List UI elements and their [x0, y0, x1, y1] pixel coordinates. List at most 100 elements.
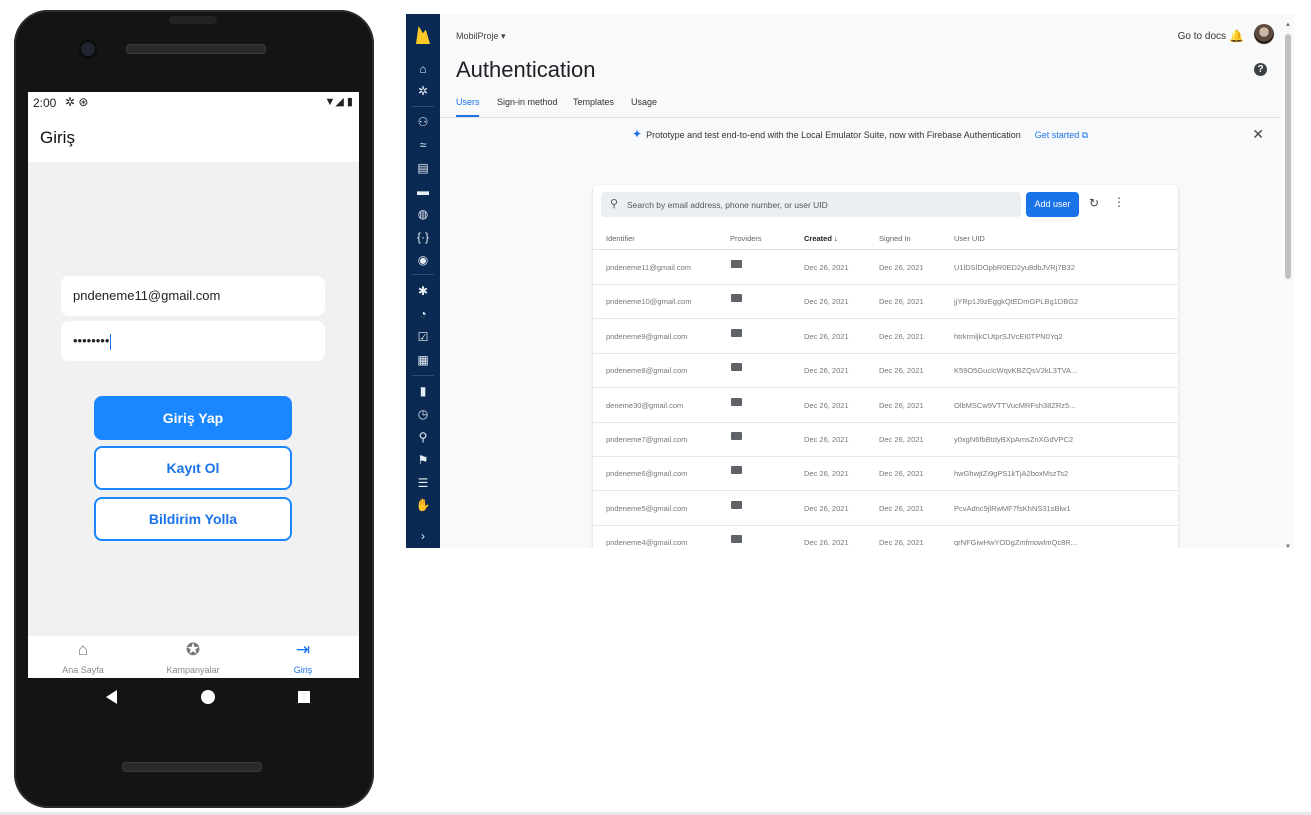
nav-item-login[interactable]: ⇥ Giriş: [248, 636, 358, 678]
cell-signed-in: Dec 26, 2021: [879, 435, 924, 444]
table-row[interactable]: pndeneme11@gmail.com Dec 26, 2021 Dec 26, …: [593, 250, 1178, 285]
email-provider-icon: [731, 500, 742, 509]
performance-icon[interactable]: ◔: [406, 307, 440, 321]
back-icon[interactable]: [106, 690, 117, 704]
hosting-icon[interactable]: ≈: [406, 138, 440, 152]
project-selector[interactable]: MobilProje ▾: [456, 31, 506, 42]
help-icon[interactable]: ?: [1254, 63, 1267, 76]
cell-signed-in: Dec 26, 2021: [879, 366, 924, 376]
page-title: Authentication: [456, 57, 596, 82]
test-lab-icon[interactable]: ☑: [406, 330, 440, 344]
analytics-icon[interactable]: ▮: [406, 384, 440, 398]
table-row[interactable]: pndeneme10@gmail.com Dec 26, 2021 Dec 26, …: [593, 284, 1178, 320]
table-row[interactable]: pndeneme9@gmail.com Dec 26, 2021 Dec 26, 2…: [593, 319, 1178, 354]
send-notification-button[interactable]: Bildirim Yolla: [94, 497, 292, 541]
tab-usage[interactable]: Usage: [631, 97, 657, 107]
settings-icon[interactable]: ✲: [406, 84, 440, 98]
nav-item-campaigns[interactable]: ✪ Kampanyalar: [138, 636, 248, 678]
globe-icon[interactable]: ◍: [406, 207, 440, 221]
cell-signed-in: Dec 26, 2021: [879, 263, 924, 272]
sparkle-icon: ✦: [632, 127, 643, 141]
status-bar: 2:00 ✲ ⊛ ▼◢ ▮: [28, 92, 359, 116]
nav-item-home[interactable]: ⌂ Ana Sayfa: [28, 636, 138, 678]
table-row[interactable]: pndeneme6@gmail.com Dec 26, 2021 Dec 26, 2…: [593, 456, 1178, 492]
nav-label-home: Ana Sayfa: [62, 665, 104, 675]
refresh-icon[interactable]: ↻: [1089, 196, 1099, 210]
tabs-divider: [440, 117, 1280, 118]
bottom-speaker: [122, 762, 262, 772]
tab-sign-in-method[interactable]: Sign-in method: [497, 97, 558, 107]
get-started-link[interactable]: Get started ⧉: [1035, 130, 1088, 140]
cell-identifier: pndeneme4@gmail.com: [606, 538, 688, 548]
cell-created: Dec 26, 2021: [804, 263, 849, 272]
cell-created: Dec 26, 2021: [804, 331, 849, 341]
cell-identifier: pndeneme8@gmail.com: [606, 366, 688, 376]
search-bar[interactable]: ⚲ Search by email address, phone number,…: [601, 192, 1021, 217]
column-signed-in[interactable]: Signed In: [879, 234, 911, 243]
column-created[interactable]: Created ↓: [804, 234, 838, 243]
cell-user-uid: U1lDSlDOpbR0ED2yu8dbJVRj7B32: [954, 263, 1075, 272]
email-provider-icon: [731, 260, 742, 268]
password-field[interactable]: ••••••••: [61, 321, 325, 361]
page-title: Giriş: [40, 128, 75, 147]
bell-icon[interactable]: 🔔: [1229, 29, 1244, 43]
table-row[interactable]: pndeneme7@gmail.com Dec 26, 2021 Dec 26, 2…: [593, 422, 1178, 457]
column-user-uid[interactable]: User UID: [954, 234, 985, 243]
recent-apps-icon[interactable]: [298, 691, 310, 703]
email-value: pndeneme11@gmail.com: [73, 288, 221, 303]
cell-identifier: pndeneme11@gmail.com: [606, 263, 692, 272]
home-circle-icon[interactable]: [201, 690, 215, 704]
login-button[interactable]: Giriş Yap: [94, 396, 292, 440]
cell-signed-in: Dec 26, 2021: [879, 400, 924, 410]
close-icon[interactable]: ✕: [1252, 126, 1264, 143]
storage-icon[interactable]: ▬: [406, 184, 440, 198]
ab-testing-icon[interactable]: ☰: [406, 476, 440, 490]
table-row[interactable]: pndeneme8@gmail.com Dec 26, 2021 Dec 26, 2…: [593, 353, 1178, 389]
users-table-card: ⚲ Search by email address, phone number,…: [593, 185, 1178, 548]
messaging-icon[interactable]: ✋: [406, 498, 440, 512]
scroll-down-icon[interactable]: ▼: [1285, 544, 1291, 548]
column-identifier[interactable]: Identifier: [606, 234, 635, 243]
tab-templates[interactable]: Templates: [573, 97, 614, 107]
ml-icon[interactable]: ◉: [406, 253, 440, 267]
add-user-button[interactable]: Add user: [1026, 192, 1079, 217]
column-providers[interactable]: Providers: [730, 234, 762, 243]
front-camera: [81, 42, 95, 56]
dynamic-links-icon[interactable]: ⚲: [406, 430, 440, 444]
rail-divider: [412, 375, 434, 376]
scrollbar[interactable]: ▲ ▼: [1284, 22, 1292, 548]
table-header: Identifier Providers Created ↓ Signed In…: [593, 229, 1178, 250]
table-row[interactable]: pndeneme4@gmail.com Dec 26, 2021 Dec 26, 2…: [593, 525, 1178, 548]
table-row[interactable]: pndeneme5@gmail.com Dec 26, 2021 Dec 26, 2…: [593, 491, 1178, 526]
scrollbar-thumb[interactable]: [1285, 34, 1291, 279]
database-icon[interactable]: ▤: [406, 161, 440, 175]
expand-icon[interactable]: ›: [406, 529, 440, 543]
cell-user-uid: OlbMSCw9VTTVucMRFsh38ZRz5...: [954, 400, 1076, 410]
register-button[interactable]: Kayıt Ol: [94, 446, 292, 490]
tab-users[interactable]: Users: [456, 97, 480, 107]
crashlytics-icon[interactable]: ✱: [406, 284, 440, 298]
cell-created: Dec 26, 2021: [804, 400, 849, 410]
app-distribution-icon[interactable]: ▦: [406, 353, 440, 367]
more-vert-icon[interactable]: ⋮: [1113, 195, 1125, 209]
scroll-up-icon[interactable]: ▲: [1285, 22, 1291, 28]
cell-user-uid: htrkrmljkCUtprSJVcEI0TPN0Yq2: [954, 331, 1063, 341]
go-to-docs-link[interactable]: Go to docs: [1178, 31, 1226, 42]
email-provider-icon: [731, 397, 742, 406]
users-icon[interactable]: ⚇: [406, 115, 440, 129]
cell-created: Dec 26, 2021: [804, 469, 849, 479]
table-row[interactable]: deneme30@gmail.com Dec 26, 2021 Dec 26, 20…: [593, 388, 1178, 423]
text-caret: [110, 333, 112, 350]
realtime-icon[interactable]: ◷: [406, 407, 440, 421]
home-icon[interactable]: ⌂: [406, 62, 440, 76]
discount-badge-icon: ✪: [185, 640, 201, 659]
left-nav-rail: ⌂ ✲ ⚇ ≈ ▤ ▬ ◍ {·} ◉ ✱ ◔ ☑ ▦ ▮ ◷ ⚲ ⚑ ☰ ✋ …: [406, 14, 440, 548]
email-field[interactable]: pndeneme11@gmail.com: [61, 276, 325, 316]
status-signal-battery-icons: ▼◢ ▮: [324, 96, 353, 108]
firebase-logo-icon[interactable]: [416, 26, 430, 44]
avatar[interactable]: [1254, 24, 1274, 44]
functions-icon[interactable]: {·}: [406, 230, 440, 244]
cell-identifier: pndeneme5@gmail.com: [606, 503, 688, 513]
phone-top-bezel: [169, 16, 217, 24]
remote-config-icon[interactable]: ⚑: [406, 453, 440, 467]
